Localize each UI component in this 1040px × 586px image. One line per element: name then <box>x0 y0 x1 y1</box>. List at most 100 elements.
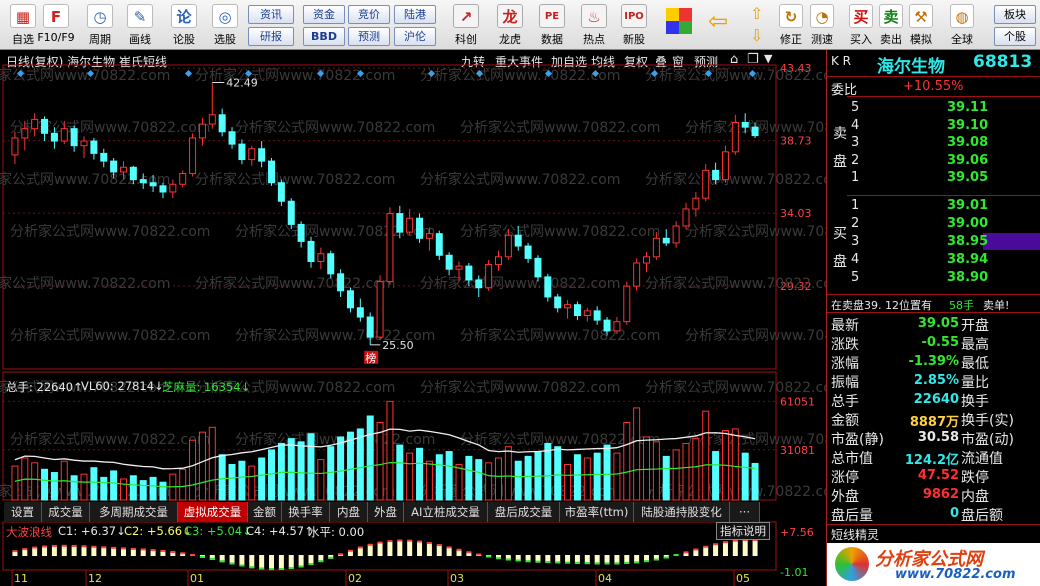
candle-body[interactable] <box>721 151 729 181</box>
candle-body[interactable] <box>228 131 236 145</box>
candle-body[interactable] <box>544 276 552 298</box>
candle-body[interactable] <box>287 200 295 225</box>
candle-body[interactable] <box>346 290 354 309</box>
volume-bar[interactable] <box>643 436 651 501</box>
volume-bar[interactable] <box>41 468 49 501</box>
volume-bar[interactable] <box>218 454 226 501</box>
toolbar-mid-button[interactable]: 沪伦 <box>394 27 436 46</box>
candle-body[interactable] <box>435 233 443 256</box>
candle-body[interactable] <box>327 253 335 275</box>
candle-body[interactable] <box>317 253 325 262</box>
candle-body[interactable] <box>494 256 502 266</box>
candle-body[interactable] <box>524 245 532 259</box>
ask-row[interactable]: 1 39.05 <box>847 168 1040 188</box>
candle-body[interactable] <box>603 319 611 332</box>
bid-row[interactable]: 1 39.01 <box>847 196 1040 216</box>
toolbar-button-1[interactable]: F F10/F9 <box>36 2 76 48</box>
candle-body[interactable] <box>100 152 108 162</box>
volume-bar[interactable] <box>248 465 256 501</box>
volume-bar[interactable] <box>702 410 710 501</box>
volume-bar[interactable] <box>346 431 354 501</box>
volume-bar[interactable] <box>11 465 19 501</box>
candle-body[interactable] <box>465 265 473 281</box>
candle-body[interactable] <box>70 128 78 147</box>
volume-bar[interactable] <box>524 455 532 501</box>
toolbar-button3-3[interactable]: 卖卖出 <box>875 2 907 48</box>
candle-body[interactable] <box>485 264 493 289</box>
volume-bar[interactable] <box>455 463 463 501</box>
volume-bar[interactable] <box>396 444 404 501</box>
volume-bar[interactable] <box>110 470 118 501</box>
candle-body[interactable] <box>149 182 157 187</box>
volume-bar[interactable] <box>593 452 601 501</box>
volume-bar[interactable] <box>327 446 335 501</box>
volume-bar[interactable] <box>159 481 167 501</box>
toolbar-mid-button[interactable]: BBD <box>303 27 345 46</box>
candle-body[interactable] <box>159 185 167 193</box>
volume-bar[interactable] <box>573 454 581 501</box>
candle-body[interactable] <box>504 234 512 258</box>
volume-bar[interactable] <box>90 467 98 501</box>
candle-body[interactable] <box>455 265 463 270</box>
volume-bar[interactable] <box>435 454 443 501</box>
volume-bar[interactable] <box>583 457 591 501</box>
toolbar-button2-1[interactable]: 龙龙虎 <box>490 2 530 48</box>
volume-bar[interactable] <box>416 447 424 501</box>
layout-icon[interactable] <box>666 8 692 34</box>
tab-11[interactable]: 陆股通持股变化 <box>634 502 730 522</box>
candle-body[interactable] <box>258 148 266 162</box>
volume-bar[interactable] <box>494 457 502 501</box>
tab-7[interactable]: 外盘 <box>368 502 404 522</box>
candle-body[interactable] <box>445 254 453 270</box>
volume-bar[interactable] <box>258 457 266 501</box>
volume-bar[interactable] <box>504 446 512 501</box>
bid-row[interactable]: 4 38.94 <box>847 250 1040 270</box>
volume-bar[interactable] <box>307 433 315 501</box>
volume-bar[interactable] <box>514 460 522 501</box>
tab-0[interactable]: 设置 <box>4 502 42 522</box>
volume-bar[interactable] <box>564 463 572 501</box>
volume-bar[interactable] <box>544 442 552 501</box>
volume-bar[interactable] <box>198 431 206 501</box>
volume-bar[interactable] <box>623 421 631 501</box>
candle-body[interactable] <box>110 160 118 173</box>
candle-body[interactable] <box>662 237 670 244</box>
volume-bar[interactable] <box>119 478 127 501</box>
volume-bar[interactable] <box>189 439 197 501</box>
toolbar-button3-5[interactable]: ◍ 全球 <box>946 2 978 48</box>
candle-body[interactable] <box>11 137 19 156</box>
volume-bar[interactable] <box>277 442 285 501</box>
toolbar-button-3[interactable]: ✎ 画线 <box>120 2 160 48</box>
down-arrow-icon[interactable]: ⇩ <box>750 26 770 46</box>
candle-body[interactable] <box>337 273 345 292</box>
candle-body[interactable] <box>741 122 749 128</box>
tab-12[interactable]: ··· <box>730 502 760 522</box>
candle-body[interactable] <box>268 160 276 184</box>
candle-body[interactable] <box>366 316 374 338</box>
candle-body[interactable] <box>386 213 394 283</box>
candle-body[interactable] <box>297 223 305 242</box>
candle-body[interactable] <box>712 169 720 181</box>
candle-body[interactable] <box>119 166 127 173</box>
volume-bar[interactable] <box>682 442 690 501</box>
volume-bar[interactable] <box>652 441 660 501</box>
tab-9[interactable]: 盘后成交量 <box>488 502 560 522</box>
volume-bar[interactable] <box>297 441 305 501</box>
volume-bar[interactable] <box>712 451 720 501</box>
volume-bar[interactable] <box>603 444 611 501</box>
volume-bar[interactable] <box>179 468 187 501</box>
volume-bar[interactable] <box>445 451 453 501</box>
candle-body[interactable] <box>583 310 591 317</box>
indicator-help-button[interactable]: 指标说明 <box>716 522 770 540</box>
candle-body[interactable] <box>396 213 404 233</box>
candle-body[interactable] <box>593 310 601 321</box>
volume-bar[interactable] <box>149 476 157 501</box>
volume-bar[interactable] <box>731 428 739 501</box>
toolbar-right-button[interactable]: 个股 <box>994 27 1036 46</box>
candle-body[interactable] <box>682 208 690 227</box>
toolbar-right-button[interactable]: 板块 <box>994 5 1036 24</box>
candle-body[interactable] <box>238 143 246 161</box>
candle-body[interactable] <box>169 183 177 193</box>
candle-body[interactable] <box>198 123 206 139</box>
candle-body[interactable] <box>50 132 58 142</box>
